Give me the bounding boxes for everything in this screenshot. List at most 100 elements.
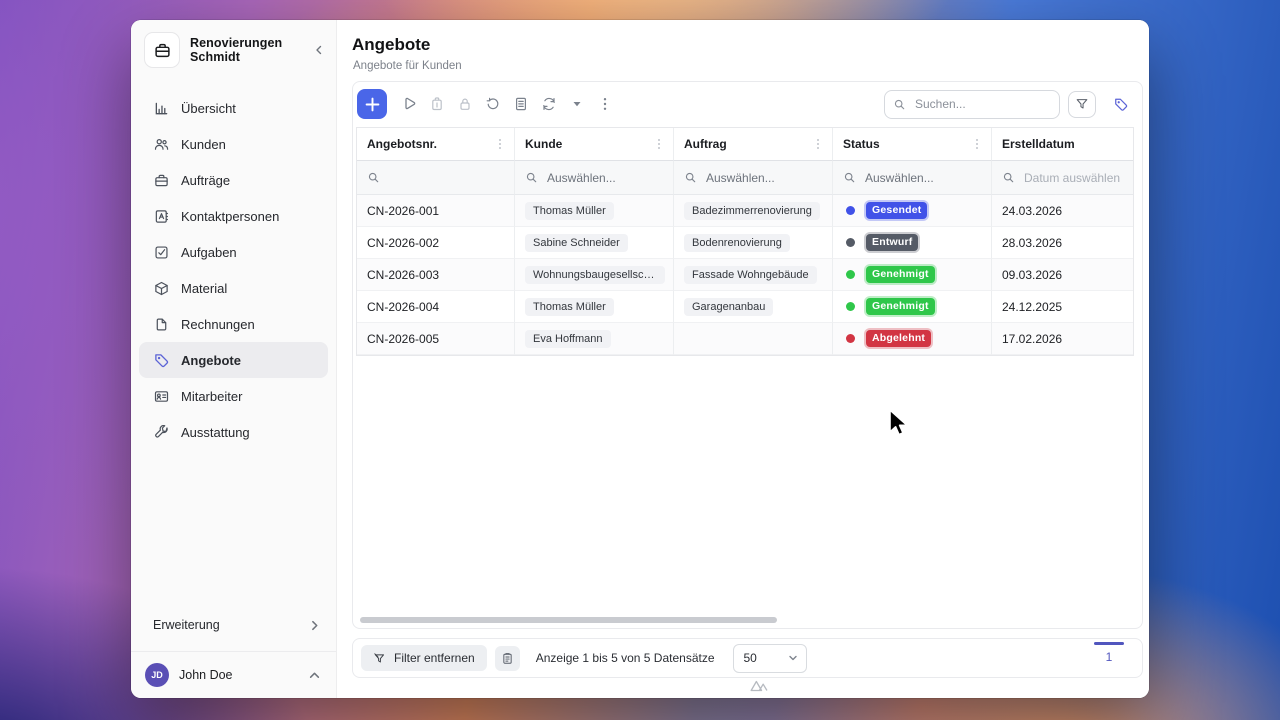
column-menu-icon[interactable] bbox=[494, 137, 506, 151]
tag-filter-button[interactable] bbox=[1108, 91, 1134, 117]
column-header-angebotsnr[interactable]: Angebotsnr. bbox=[357, 128, 515, 161]
table-filter-row: Auswählen... Auswählen... Auswählen... D… bbox=[357, 161, 1133, 195]
toolbar bbox=[353, 82, 1142, 124]
sidebar-item-auftraege[interactable]: Aufträge bbox=[139, 162, 328, 198]
cell-angebotsnr: CN-2026-004 bbox=[357, 291, 515, 323]
filter-kunde[interactable]: Auswählen... bbox=[515, 161, 674, 195]
chevron-down-icon bbox=[788, 655, 797, 661]
status-badge: Entwurf bbox=[866, 234, 919, 251]
funnel-slash-icon bbox=[374, 652, 385, 662]
toolbar-more-button[interactable] bbox=[591, 90, 619, 118]
page-size-select[interactable]: 50 bbox=[732, 643, 807, 673]
sidebar-item-kontaktpersonen[interactable]: Kontaktpersonen bbox=[139, 198, 328, 234]
sidebar-item-aufgaben[interactable]: Aufgaben bbox=[139, 234, 328, 270]
clear-filter-button[interactable]: Filter entfernen bbox=[361, 645, 487, 671]
avatar: JD bbox=[145, 663, 169, 687]
refresh-icon bbox=[543, 97, 555, 111]
contact-card-icon bbox=[153, 208, 169, 224]
sidebar-item-label: Rechnungen bbox=[181, 316, 255, 332]
history-button[interactable] bbox=[479, 90, 507, 118]
customer-chip: Wohnungsbaugesellschaft ... bbox=[525, 265, 665, 284]
sidebar-menu: Übersicht Kunden Aufträge Kontaktpersone… bbox=[131, 76, 336, 607]
customer-chip: Sabine Schneider bbox=[525, 233, 628, 252]
search-icon bbox=[1003, 172, 1014, 183]
status-dot bbox=[846, 206, 855, 215]
sidebar-item-kunden[interactable]: Kunden bbox=[139, 126, 328, 162]
clipboard-button[interactable] bbox=[494, 645, 520, 671]
sidebar-item-angebote[interactable]: Angebote bbox=[139, 342, 328, 378]
page-header: Angebote Angebote für Kunden bbox=[337, 20, 1149, 72]
column-menu-icon[interactable] bbox=[653, 137, 665, 151]
sidebar-item-mitarbeiter[interactable]: Mitarbeiter bbox=[139, 378, 328, 414]
sidebar-header: Renovierungen Schmidt bbox=[131, 20, 336, 76]
search-icon bbox=[526, 172, 537, 183]
cell-kunde: Thomas Müller bbox=[515, 195, 674, 227]
tag-icon bbox=[153, 352, 169, 368]
clipboard-icon bbox=[503, 652, 512, 664]
sidebar-item-material[interactable]: Material bbox=[139, 270, 328, 306]
cell-status: Entwurf bbox=[833, 227, 992, 259]
log-document-icon bbox=[515, 97, 527, 111]
status-badge: Abgelehnt bbox=[866, 330, 932, 347]
table-row[interactable]: CN-2026-001 Thomas Müller Badezimmerreno… bbox=[357, 195, 1133, 227]
add-record-button[interactable] bbox=[357, 89, 387, 119]
lock-icon bbox=[460, 98, 470, 110]
cell-status: Genehmigt bbox=[833, 291, 992, 323]
filter-erstelldatum[interactable]: Datum auswählen bbox=[992, 161, 1133, 195]
cell-angebotsnr: CN-2026-003 bbox=[357, 259, 515, 291]
sidebar-collapse-button[interactable] bbox=[314, 45, 324, 55]
column-header-auftrag[interactable]: Auftrag bbox=[674, 128, 833, 161]
protocol-button[interactable] bbox=[507, 90, 535, 118]
page-title: Angebote bbox=[352, 35, 431, 54]
column-header-erstelldatum[interactable]: Erstelldatum bbox=[992, 128, 1133, 161]
table-row[interactable]: CN-2026-005 Eva Hoffmann Abgelehnt 17.02… bbox=[357, 323, 1133, 355]
table-row[interactable]: CN-2026-002 Sabine Schneider Bodenrenovi… bbox=[357, 227, 1133, 259]
sidebar-item-uebersicht[interactable]: Übersicht bbox=[139, 90, 328, 126]
sidebar-item-label: Material bbox=[181, 280, 228, 296]
cell-kunde: Wohnungsbaugesellschaft ... bbox=[515, 259, 674, 291]
status-dot bbox=[846, 270, 855, 279]
filter-button[interactable] bbox=[1068, 90, 1096, 118]
active-page-indicator bbox=[1094, 642, 1124, 645]
edit-record-button[interactable] bbox=[395, 90, 423, 118]
toolbar-dropdown-button[interactable] bbox=[563, 90, 591, 118]
column-menu-icon[interactable] bbox=[812, 137, 824, 151]
status-dot bbox=[846, 302, 855, 311]
table-panel: Angebotsnr. Kunde Auftrag Status Erstell… bbox=[352, 81, 1143, 629]
column-menu-icon[interactable] bbox=[971, 137, 983, 151]
cell-auftrag: Garagenanbau bbox=[674, 291, 833, 323]
horizontal-scrollbar[interactable] bbox=[360, 617, 777, 623]
caret-down-icon bbox=[573, 102, 581, 107]
cell-kunde: Eva Hoffmann bbox=[515, 323, 674, 355]
sidebar-item-label: Ausstattung bbox=[181, 424, 250, 440]
sidebar-item-rechnungen[interactable]: Rechnungen bbox=[139, 306, 328, 342]
funnel-icon bbox=[1076, 99, 1088, 109]
search-input[interactable] bbox=[913, 96, 1051, 112]
sidebar-item-erweiterung[interactable]: Erweiterung bbox=[131, 607, 336, 643]
delete-record-button[interactable] bbox=[423, 90, 451, 118]
cell-erstelldatum: 24.03.2026 bbox=[992, 195, 1133, 227]
sidebar: Renovierungen Schmidt Übersicht Kunden A… bbox=[131, 20, 337, 698]
sidebar-item-label: Übersicht bbox=[181, 100, 236, 116]
user-menu[interactable]: JD John Doe bbox=[131, 651, 336, 698]
sidebar-item-ausstattung[interactable]: Ausstattung bbox=[139, 414, 328, 450]
table-row[interactable]: CN-2026-004 Thomas Müller Garagenanbau G… bbox=[357, 291, 1133, 323]
filter-status[interactable]: Auswählen... bbox=[833, 161, 992, 195]
customer-chip: Thomas Müller bbox=[525, 297, 614, 316]
table-row[interactable]: CN-2026-003 Wohnungsbaugesellschaft ... … bbox=[357, 259, 1133, 291]
refresh-button[interactable] bbox=[535, 90, 563, 118]
order-chip: Fassade Wohngebäude bbox=[684, 265, 817, 284]
filter-auftrag[interactable]: Auswählen... bbox=[674, 161, 833, 195]
filter-angebotsnr[interactable] bbox=[357, 161, 515, 195]
lock-record-button[interactable] bbox=[451, 90, 479, 118]
column-header-status[interactable]: Status bbox=[833, 128, 992, 161]
search-icon bbox=[894, 99, 905, 109]
briefcase-icon bbox=[153, 172, 169, 188]
kebab-menu-icon bbox=[603, 98, 607, 110]
column-header-kunde[interactable]: Kunde bbox=[515, 128, 674, 161]
footer-bar: Filter entfernen Anzeige 1 bis 5 von 5 D… bbox=[352, 638, 1143, 678]
pagination-page-1[interactable]: 1 bbox=[1094, 642, 1124, 664]
status-dot bbox=[846, 334, 855, 343]
records-count-text: Anzeige 1 bis 5 von 5 Datensätze bbox=[535, 651, 715, 665]
box-icon bbox=[153, 280, 169, 296]
